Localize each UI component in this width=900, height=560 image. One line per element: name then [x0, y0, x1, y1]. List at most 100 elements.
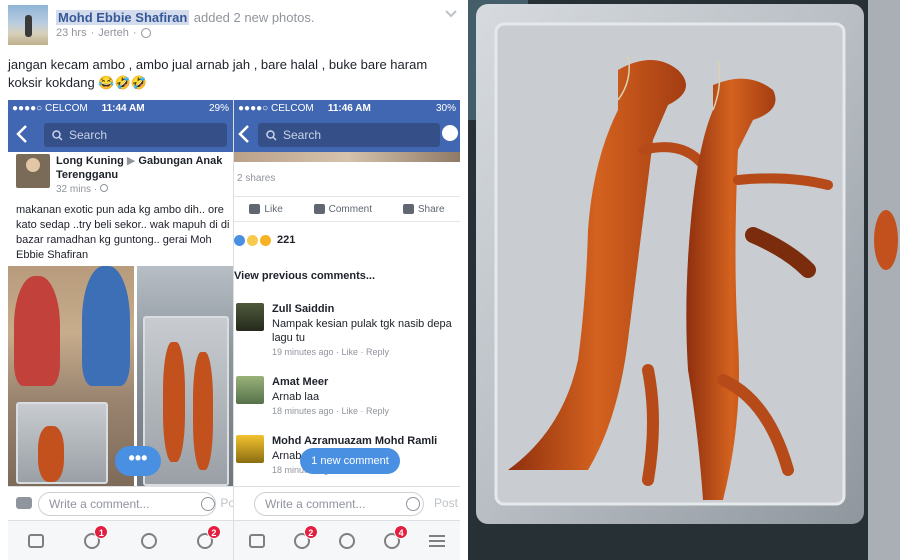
- author-avatar[interactable]: [8, 5, 48, 45]
- phone-screenshot-2[interactable]: ●●●●○ CELCOM 11:46 AM 30% Search 2 share…: [233, 100, 460, 560]
- post-button[interactable]: Post: [434, 496, 458, 510]
- shares-count[interactable]: 2 shares: [237, 173, 275, 184]
- notifications-icon[interactable]: 4: [384, 524, 409, 549]
- facebook-post: Mohd Ebbie Shafiran added 2 new photos. …: [0, 0, 468, 560]
- post-location[interactable]: Jerteh: [98, 27, 129, 39]
- wow-reaction-icon: [247, 234, 258, 246]
- clock: 11:46 AM: [327, 102, 371, 114]
- search-input[interactable]: Search: [44, 123, 227, 147]
- comment-label: Comment: [328, 203, 372, 215]
- more-options-button[interactable]: •••: [115, 446, 161, 476]
- group-author-avatar[interactable]: [16, 154, 50, 188]
- friends-badge: 1: [94, 524, 109, 539]
- comment-input[interactable]: Write a comment...: [254, 492, 424, 516]
- post-button[interactable]: Po: [220, 496, 233, 510]
- post-subline: 23 hrs · Jerteh ·: [56, 27, 151, 39]
- group-post-header: Long Kuning ▶ Gabungan Anak Terengganu: [56, 154, 228, 182]
- vendor-figure: [14, 276, 60, 386]
- battery-percent: 30%: [436, 102, 457, 114]
- group-post-text: makanan exotic pun ada kg ambo dih.. ore…: [16, 204, 230, 261]
- comment-composer: Write a comment... Po: [8, 486, 233, 520]
- emoji-icon[interactable]: [406, 497, 420, 511]
- camera-icon[interactable]: [16, 497, 32, 509]
- chevron-down-icon[interactable]: [444, 9, 458, 19]
- menu-icon[interactable]: [429, 534, 446, 547]
- comment-meta[interactable]: 18 minutes ago · Like · Reply: [272, 406, 389, 416]
- share-label: Share: [417, 203, 445, 215]
- separator-dot: ·: [90, 27, 95, 39]
- status-bar: ●●●●○ CELCOM 11:44 AM 29%: [8, 100, 233, 116]
- haha-reaction-icon: [260, 234, 271, 246]
- messenger-icon[interactable]: [442, 125, 458, 141]
- group-author-name[interactable]: Long Kuning: [56, 155, 124, 167]
- news-feed-icon[interactable]: [248, 533, 265, 548]
- roast-rabbit: [163, 342, 185, 462]
- comment-text: Nampak kesian pulak tgk nasib depa lagu …: [272, 318, 452, 344]
- nav-bar: Search: [8, 116, 233, 152]
- post-actions: Like Comment Share: [234, 196, 460, 222]
- carrier: ●●●●○ CELCOM: [238, 102, 314, 114]
- comment-icon: [313, 204, 325, 214]
- friends-badge: 2: [303, 524, 318, 539]
- photo-strip: [234, 152, 460, 162]
- search-placeholder: Search: [69, 128, 108, 142]
- like-button[interactable]: Like: [249, 203, 283, 215]
- commenter-avatar[interactable]: [236, 435, 264, 463]
- post-time[interactable]: 23 hrs: [56, 27, 87, 39]
- back-arrow-icon[interactable]: [16, 124, 28, 144]
- notifications-badge: 2: [206, 524, 221, 539]
- notifications-icon[interactable]: 2: [196, 524, 221, 549]
- roast-rabbits-photo[interactable]: [468, 0, 900, 560]
- thumbs-up-icon: [249, 204, 261, 214]
- separator-dot: ·: [132, 27, 137, 39]
- share-button[interactable]: Share: [402, 203, 445, 215]
- commenter-avatar[interactable]: [236, 376, 264, 404]
- post-text: jangan kecam ambo , ambo jual arnab jah …: [8, 57, 428, 90]
- friends-icon[interactable]: 2: [293, 524, 318, 549]
- roast-rabbit: [38, 426, 64, 482]
- commenter-name[interactable]: Mohd Azramuazam Mohd Ramli: [272, 435, 437, 447]
- comment-text: Arnab laa: [272, 391, 320, 403]
- search-input[interactable]: Search: [258, 123, 440, 147]
- author-name-link[interactable]: Mohd Ebbie Shafiran: [56, 10, 190, 25]
- like-label: Like: [264, 203, 283, 215]
- post-action-text: added 2 new photos.: [193, 10, 315, 25]
- like-reaction-icon: [234, 234, 245, 246]
- video-icon[interactable]: [338, 532, 355, 549]
- comment-meta[interactable]: 19 minutes ago · Like · Reply: [272, 347, 389, 357]
- post-meta: Mohd Ebbie Shafiran added 2 new photos.: [56, 9, 314, 27]
- friends-icon[interactable]: 1: [84, 524, 109, 549]
- reaction-summary[interactable]: 221: [234, 234, 295, 246]
- post-header: Mohd Ebbie Shafiran added 2 new photos. …: [8, 5, 460, 45]
- back-arrow-icon[interactable]: [238, 124, 250, 144]
- video-icon[interactable]: [140, 532, 157, 549]
- commenter-avatar[interactable]: [236, 303, 264, 331]
- vendor-figure: [82, 266, 130, 386]
- clock: 11:44 AM: [101, 102, 145, 114]
- comment-button[interactable]: Comment: [313, 203, 372, 215]
- view-previous-comments-link[interactable]: View previous comments...: [234, 270, 375, 282]
- search-icon: [266, 129, 277, 141]
- search-placeholder: Search: [283, 128, 322, 142]
- tab-bar: 1 2: [8, 520, 233, 560]
- roast-rabbits-illustration: [468, 0, 900, 560]
- phone-screenshot-1[interactable]: ●●●●○ CELCOM 11:44 AM 29% Search Long Ku…: [8, 100, 233, 560]
- reaction-count: 221: [277, 234, 296, 246]
- commenter-name[interactable]: Amat Meer: [272, 376, 328, 388]
- group-post-time-text: 32 mins: [56, 184, 92, 195]
- status-bar: ●●●●○ CELCOM 11:46 AM 30%: [234, 100, 460, 116]
- globe-icon: [99, 184, 108, 192]
- battery-percent: 29%: [209, 102, 230, 114]
- group-post-time: 32 mins ·: [56, 184, 108, 195]
- share-icon: [402, 204, 414, 214]
- news-feed-icon[interactable]: [28, 533, 45, 548]
- arrow-right-icon: ▶: [126, 155, 136, 167]
- new-comment-pill[interactable]: 1 new comment: [300, 448, 400, 474]
- emoji-icon[interactable]: [201, 497, 215, 511]
- nav-bar: Search: [234, 116, 460, 152]
- commenter-name[interactable]: Zull Saiddin: [272, 303, 334, 315]
- roast-rabbit: [193, 352, 213, 470]
- comment-composer: Write a comment... Post: [234, 486, 460, 520]
- comment-input[interactable]: Write a comment...: [38, 492, 216, 516]
- carrier: ●●●●○ CELCOM: [12, 102, 88, 114]
